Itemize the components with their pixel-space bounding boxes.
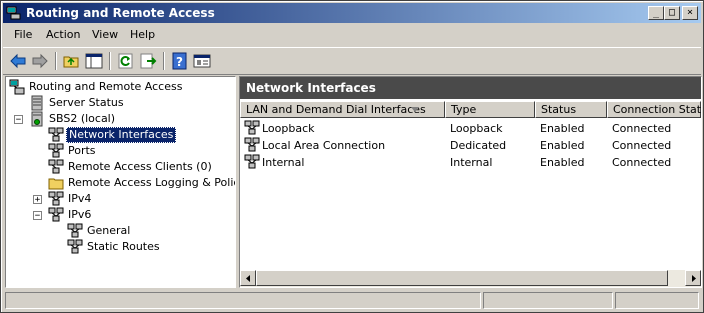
scroll-right-arrow-icon [692, 275, 696, 282]
static-routes-icon [67, 239, 83, 254]
details-title: Network Interfaces [246, 81, 376, 95]
network-interface-icon [244, 154, 260, 169]
show-hide-tree-icon[interactable] [85, 52, 103, 70]
table-row[interactable]: Internal Internal Enabled Connected [240, 154, 701, 171]
maximize-button[interactable]: □ [664, 6, 680, 20]
expand-ipv4-button[interactable]: + [33, 195, 42, 205]
column-label: Status [541, 103, 577, 116]
collapse-ipv6-button[interactable]: − [33, 211, 42, 221]
column-header-connection-state[interactable]: Connection State [607, 101, 701, 118]
menu-action[interactable]: Action [46, 28, 80, 41]
network-interface-icon [244, 137, 260, 152]
tree-label: Network Interfaces [66, 127, 177, 143]
tree-label: Routing and Remote Access [29, 80, 183, 93]
title-bar[interactable]: Routing and Remote Access _ □ × [3, 3, 701, 23]
menu-bar: File Action View Help [3, 25, 701, 45]
cell-status: Enabled [540, 139, 585, 152]
column-label: LAN and Demand Dial Interfaces [246, 103, 426, 116]
cell-interface-name: Loopback [262, 122, 315, 135]
folder-icon [48, 178, 64, 190]
cell-interface-name: Local Area Connection [262, 139, 386, 152]
cell-type: Dedicated [450, 139, 507, 152]
scroll-left-button[interactable] [240, 270, 256, 286]
scroll-left-arrow-icon [246, 275, 250, 282]
minimize-button[interactable]: _ [648, 6, 664, 20]
cell-connection-state: Connected [612, 156, 672, 169]
scroll-right-button[interactable] [685, 270, 701, 286]
forward-icon[interactable] [31, 52, 49, 70]
toolbar-separator [109, 52, 111, 70]
toolbar-separator [163, 52, 165, 70]
status-bar [3, 291, 701, 310]
refresh-icon[interactable] [117, 52, 135, 70]
remote-clients-icon [48, 159, 64, 174]
cell-connection-state: Connected [612, 122, 672, 135]
tree-label: General [87, 224, 131, 237]
svg-text:?: ? [176, 55, 183, 69]
tree-label: Static Routes [87, 240, 160, 253]
status-panel [615, 292, 699, 309]
network-interface-icon [244, 120, 260, 135]
sort-descending-icon [411, 107, 419, 112]
details-header: Network Interfaces [240, 77, 701, 99]
toolbar: ? [3, 47, 701, 75]
close-button[interactable]: × [682, 6, 698, 20]
column-header-status[interactable]: Status [535, 101, 607, 118]
server-status-icon [31, 95, 43, 111]
ipv6-icon [48, 207, 64, 222]
menu-file[interactable]: File [14, 28, 32, 41]
collapse-server-button[interactable]: − [14, 115, 23, 125]
properties-icon[interactable] [193, 52, 211, 70]
window-title: Routing and Remote Access [26, 6, 215, 20]
status-panel [483, 292, 613, 309]
tree-label: IPv4 [68, 192, 92, 205]
cell-interface-name: Internal [262, 156, 305, 169]
menu-view[interactable]: View [92, 28, 118, 41]
column-header-type[interactable]: Type [445, 101, 535, 118]
details-pane: Network Interfaces LAN and Demand Dial I… [239, 76, 702, 288]
tree-label: Remote Access Clients (0) [68, 160, 212, 173]
tree-label: SBS2 (local) [49, 112, 116, 125]
table-row[interactable]: Loopback Loopback Enabled Connected [240, 120, 701, 137]
cell-type: Internal [450, 156, 493, 169]
cell-status: Enabled [540, 156, 585, 169]
network-interfaces-icon [48, 127, 64, 142]
routing-icon [9, 79, 25, 95]
tree-label: Ports [68, 144, 96, 157]
menu-help[interactable]: Help [130, 28, 155, 41]
cell-connection-state: Connected [612, 139, 672, 152]
back-icon[interactable] [9, 52, 27, 70]
tree-label: Remote Access Logging & Policies [68, 176, 235, 189]
server-icon [31, 111, 43, 127]
toolbar-separator [55, 52, 57, 70]
column-label: Type [451, 103, 477, 116]
general-icon [67, 223, 83, 238]
scroll-thumb[interactable] [256, 270, 668, 286]
app-window: Routing and Remote Access _ □ × File Act… [0, 0, 704, 313]
up-folder-icon[interactable] [63, 52, 81, 70]
column-header-interfaces[interactable]: LAN and Demand Dial Interfaces [240, 101, 445, 118]
ipv4-icon [48, 191, 64, 206]
routing-app-icon [6, 6, 21, 20]
export-list-icon[interactable] [139, 52, 157, 70]
status-panel [5, 292, 481, 309]
cell-type: Loopback [450, 122, 503, 135]
horizontal-scrollbar[interactable] [240, 270, 701, 287]
column-label: Connection State [613, 103, 702, 116]
tree-label: Server Status [49, 96, 124, 109]
table-row[interactable]: Local Area Connection Dedicated Enabled … [240, 137, 701, 154]
cell-status: Enabled [540, 122, 585, 135]
console-tree[interactable]: Routing and Remote Access Server Status … [5, 76, 236, 288]
help-icon[interactable]: ? [171, 52, 189, 70]
ports-icon [48, 143, 64, 158]
tree-label: IPv6 [68, 208, 92, 221]
